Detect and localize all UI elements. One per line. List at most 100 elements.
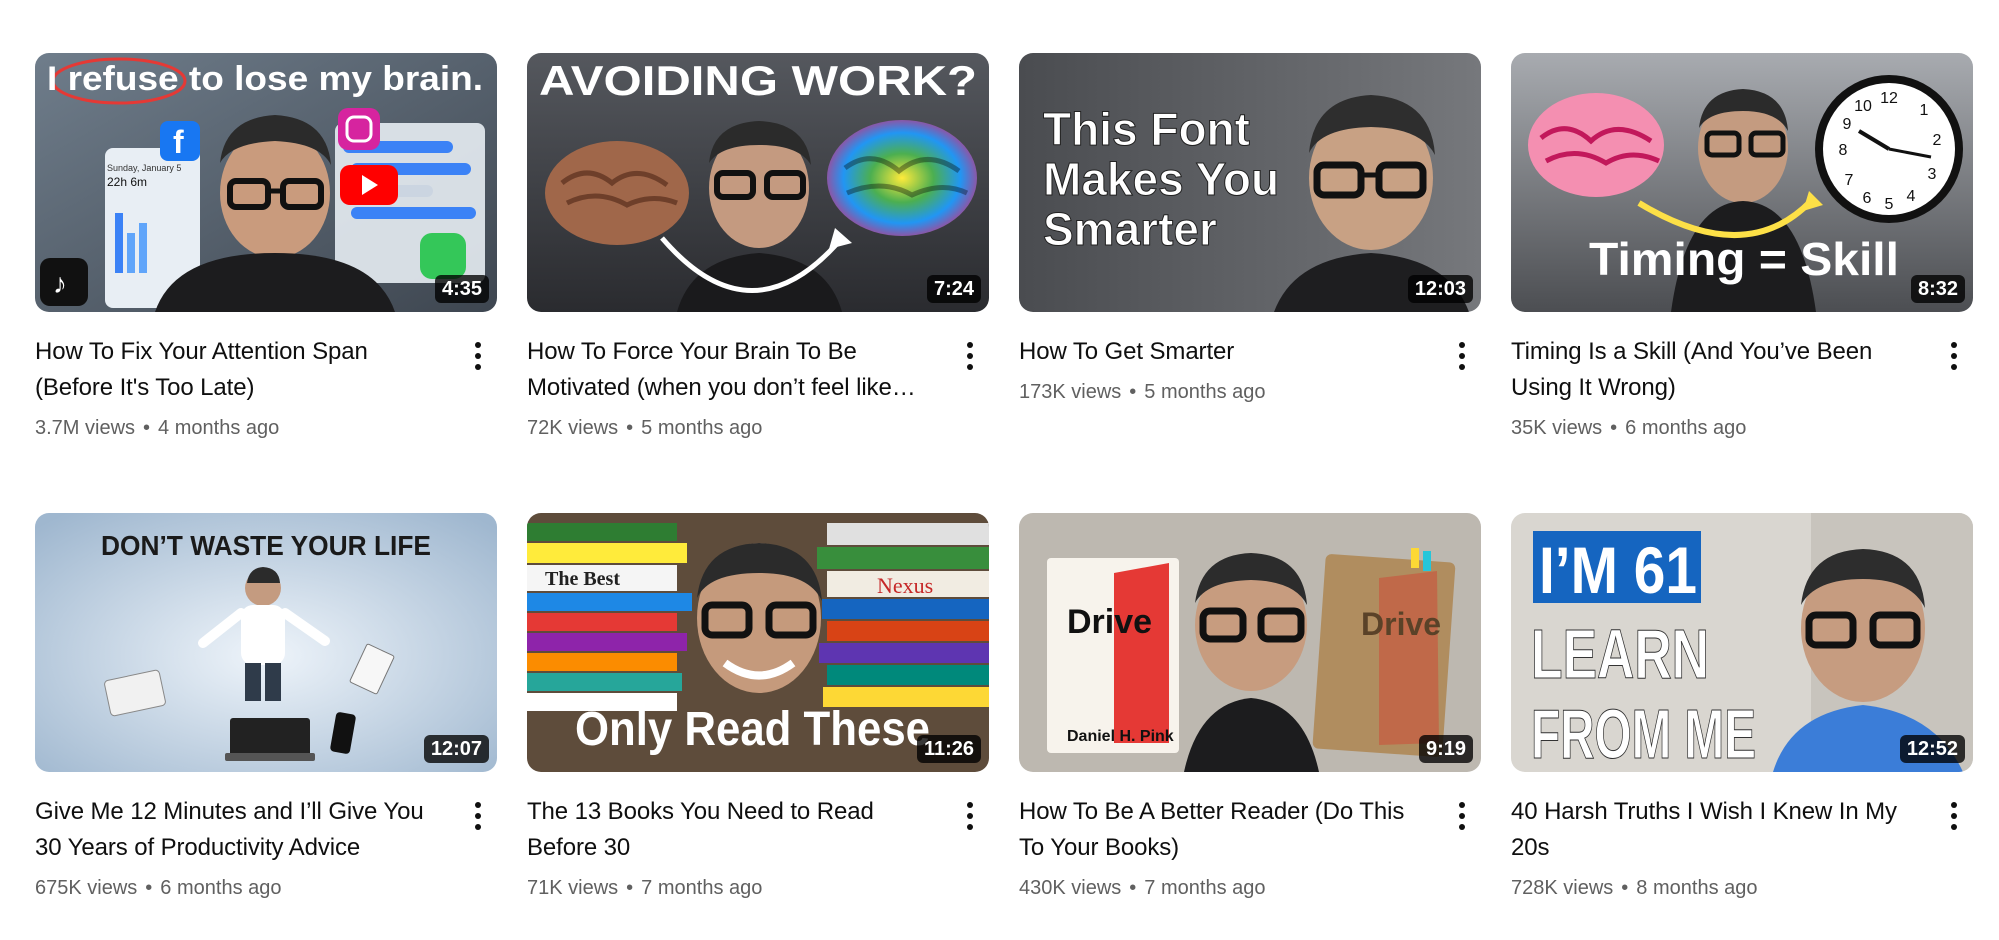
video-card[interactable]: DON’T WASTE YOUR LIFE 12:07 Give Me 12 M… bbox=[35, 513, 497, 933]
laptop-icon bbox=[230, 718, 310, 758]
separator-dot: • bbox=[626, 877, 634, 899]
upload-age: 4 months ago bbox=[158, 417, 280, 439]
video-meta: How To Get Smarter 173K views • 5 months a… bbox=[1019, 334, 1481, 406]
video-thumbnail[interactable]: The Best Nexus Only Read These 11:26 bbox=[527, 513, 989, 772]
video-stats: 35K views • 6 months ago bbox=[1511, 414, 1927, 442]
more-vert-icon[interactable] bbox=[1939, 796, 1969, 836]
video-stats: 72K views • 5 months ago bbox=[527, 414, 943, 442]
brain-icon bbox=[545, 141, 689, 245]
video-meta: Timing Is a Skill (And You’ve Been Using… bbox=[1511, 334, 1973, 442]
svg-text:1: 1 bbox=[1920, 102, 1929, 119]
more-vert-icon[interactable] bbox=[1447, 336, 1477, 376]
video-title[interactable]: How To Force Your Brain To Be Motivated … bbox=[527, 334, 943, 406]
svg-text:12: 12 bbox=[1880, 90, 1898, 107]
book-stack bbox=[817, 523, 989, 707]
thumb-headline-line: I’M 61 bbox=[1539, 533, 1697, 607]
svg-text:5: 5 bbox=[1885, 196, 1894, 213]
svg-text:9: 9 bbox=[1843, 116, 1852, 133]
video-title[interactable]: The 13 Books You Need to Read Before 30 bbox=[527, 794, 943, 866]
view-count: 72K views bbox=[527, 417, 619, 439]
video-duration: 12:07 bbox=[423, 735, 489, 763]
thumbnail-image: 12 12 34567 8 910 Timing = Skill bbox=[1511, 53, 1973, 312]
video-title[interactable]: How To Fix Your Attention Span (Before I… bbox=[35, 334, 451, 406]
video-thumbnail[interactable]: AVOIDING WORK? 7:24 bbox=[527, 53, 989, 312]
svg-text:6: 6 bbox=[1863, 190, 1872, 207]
thumb-headline: Only Read These bbox=[575, 703, 930, 756]
book-spine-text: Nexus bbox=[877, 573, 933, 598]
svg-text:10: 10 bbox=[1854, 98, 1872, 115]
video-thumbnail[interactable]: Sunday, January 5 22h 6m f ♪ I refuse to… bbox=[35, 53, 497, 312]
video-grid: Sunday, January 5 22h 6m f ♪ I refuse to… bbox=[35, 53, 1973, 933]
video-card[interactable]: Drive Daniel H. Pink Drive 9:19 How To B… bbox=[1019, 513, 1481, 933]
video-thumbnail[interactable]: Drive Daniel H. Pink Drive 9:19 bbox=[1019, 513, 1481, 772]
video-card[interactable]: This Font Makes You Smarter 12:03 How To… bbox=[1019, 53, 1481, 513]
person-shirt bbox=[241, 605, 285, 665]
video-duration: 8:32 bbox=[1910, 275, 1965, 303]
view-count: 173K views bbox=[1019, 381, 1122, 403]
separator-dot: • bbox=[626, 417, 634, 439]
video-card[interactable]: Sunday, January 5 22h 6m f ♪ I refuse to… bbox=[35, 53, 497, 513]
thumbnail-image: I’M 61 LEARN FROM ME bbox=[1511, 513, 1973, 772]
video-duration: 11:26 bbox=[916, 735, 981, 763]
messages-icon bbox=[420, 233, 466, 279]
thumbnail-image: Drive Daniel H. Pink Drive bbox=[1019, 513, 1481, 772]
view-count: 3.7M views bbox=[35, 417, 136, 439]
svg-text:7: 7 bbox=[1845, 172, 1854, 189]
separator-dot: • bbox=[1129, 877, 1137, 899]
video-card[interactable]: I’M 61 LEARN FROM ME 12:52 40 Harsh Trut… bbox=[1511, 513, 1973, 933]
video-stats: 3.7M views • 4 months ago bbox=[35, 414, 451, 442]
more-vert-icon[interactable] bbox=[1939, 336, 1969, 376]
thumbnail-image: Sunday, January 5 22h 6m f ♪ I refuse to… bbox=[35, 53, 497, 312]
upload-age: 8 months ago bbox=[1636, 877, 1758, 899]
video-thumbnail[interactable]: 12 1 2 3 4 5 6 7 8 9 10 Timing = Skill 8:32 bbox=[1511, 53, 1973, 312]
video-title[interactable]: How To Get Smarter bbox=[1019, 334, 1435, 370]
video-stats: 71K views • 7 months ago bbox=[527, 874, 943, 902]
svg-text:4: 4 bbox=[1907, 188, 1916, 205]
more-vert-icon[interactable] bbox=[1447, 796, 1477, 836]
video-thumbnail[interactable]: DON’T WASTE YOUR LIFE 12:07 bbox=[35, 513, 497, 772]
brain-icon bbox=[1528, 93, 1664, 197]
video-thumbnail[interactable]: I’M 61 LEARN FROM ME 12:52 bbox=[1511, 513, 1973, 772]
video-title[interactable]: Timing Is a Skill (And You’ve Been Using… bbox=[1511, 334, 1927, 406]
video-stats: 173K views • 5 months ago bbox=[1019, 378, 1435, 406]
svg-text:2: 2 bbox=[1933, 132, 1942, 149]
thumb-headline-line: Smarter bbox=[1043, 203, 1217, 255]
separator-dot: • bbox=[145, 877, 153, 899]
thumb-inner-time: 22h 6m bbox=[107, 175, 147, 189]
video-duration: 7:24 bbox=[926, 275, 981, 303]
video-title[interactable]: 40 Harsh Truths I Wish I Knew In My 20s bbox=[1511, 794, 1927, 866]
book-title: Drive bbox=[1361, 606, 1441, 642]
video-meta: 40 Harsh Truths I Wish I Knew In My 20s … bbox=[1511, 794, 1973, 902]
thumb-headline: Timing = Skill bbox=[1589, 233, 1899, 285]
video-card[interactable]: AVOIDING WORK? 7:24 How To Force Your Br… bbox=[527, 53, 989, 513]
more-vert-icon[interactable] bbox=[463, 796, 493, 836]
video-stats: 728K views • 8 months ago bbox=[1511, 874, 1927, 902]
video-card[interactable]: 12 1 2 3 4 5 6 7 8 9 10 Timing = Skill 8:32 Timing… bbox=[1511, 53, 1973, 513]
separator-dot: • bbox=[1610, 417, 1618, 439]
more-vert-icon[interactable] bbox=[955, 336, 985, 376]
thumb-headline: DON’T WASTE YOUR LIFE bbox=[101, 530, 431, 561]
upload-age: 7 months ago bbox=[641, 877, 763, 899]
svg-text:3: 3 bbox=[1928, 166, 1937, 183]
video-title[interactable]: How To Be A Better Reader (Do This To Yo… bbox=[1019, 794, 1435, 866]
video-title[interactable]: Give Me 12 Minutes and I’ll Give You 30 … bbox=[35, 794, 451, 866]
thumb-headline: I refuse to lose my brain. bbox=[47, 60, 483, 98]
upload-age: 5 months ago bbox=[641, 417, 763, 439]
svg-text:♪: ♪ bbox=[53, 268, 67, 299]
video-thumbnail[interactable]: This Font Makes You Smarter 12:03 bbox=[1019, 53, 1481, 312]
svg-text:8: 8 bbox=[1839, 142, 1848, 159]
video-meta: How To Be A Better Reader (Do This To Yo… bbox=[1019, 794, 1481, 902]
view-count: 675K views bbox=[35, 877, 138, 899]
thumb-headline-line: This Font bbox=[1043, 103, 1250, 155]
thumbnail-image: AVOIDING WORK? bbox=[527, 53, 989, 312]
thumb-headline-line: LEARN bbox=[1531, 615, 1709, 693]
more-vert-icon[interactable] bbox=[463, 336, 493, 376]
video-meta: Give Me 12 Minutes and I’ll Give You 30 … bbox=[35, 794, 497, 902]
video-stats: 675K views • 6 months ago bbox=[35, 874, 451, 902]
more-vert-icon[interactable] bbox=[955, 796, 985, 836]
view-count: 71K views bbox=[527, 877, 619, 899]
thumbnail-image: This Font Makes You Smarter bbox=[1019, 53, 1481, 312]
video-card[interactable]: The Best Nexus Only Read These 11:26 The… bbox=[527, 513, 989, 933]
video-duration: 12:03 bbox=[1407, 275, 1473, 303]
thumbnail-image: DON’T WASTE YOUR LIFE bbox=[35, 513, 497, 772]
